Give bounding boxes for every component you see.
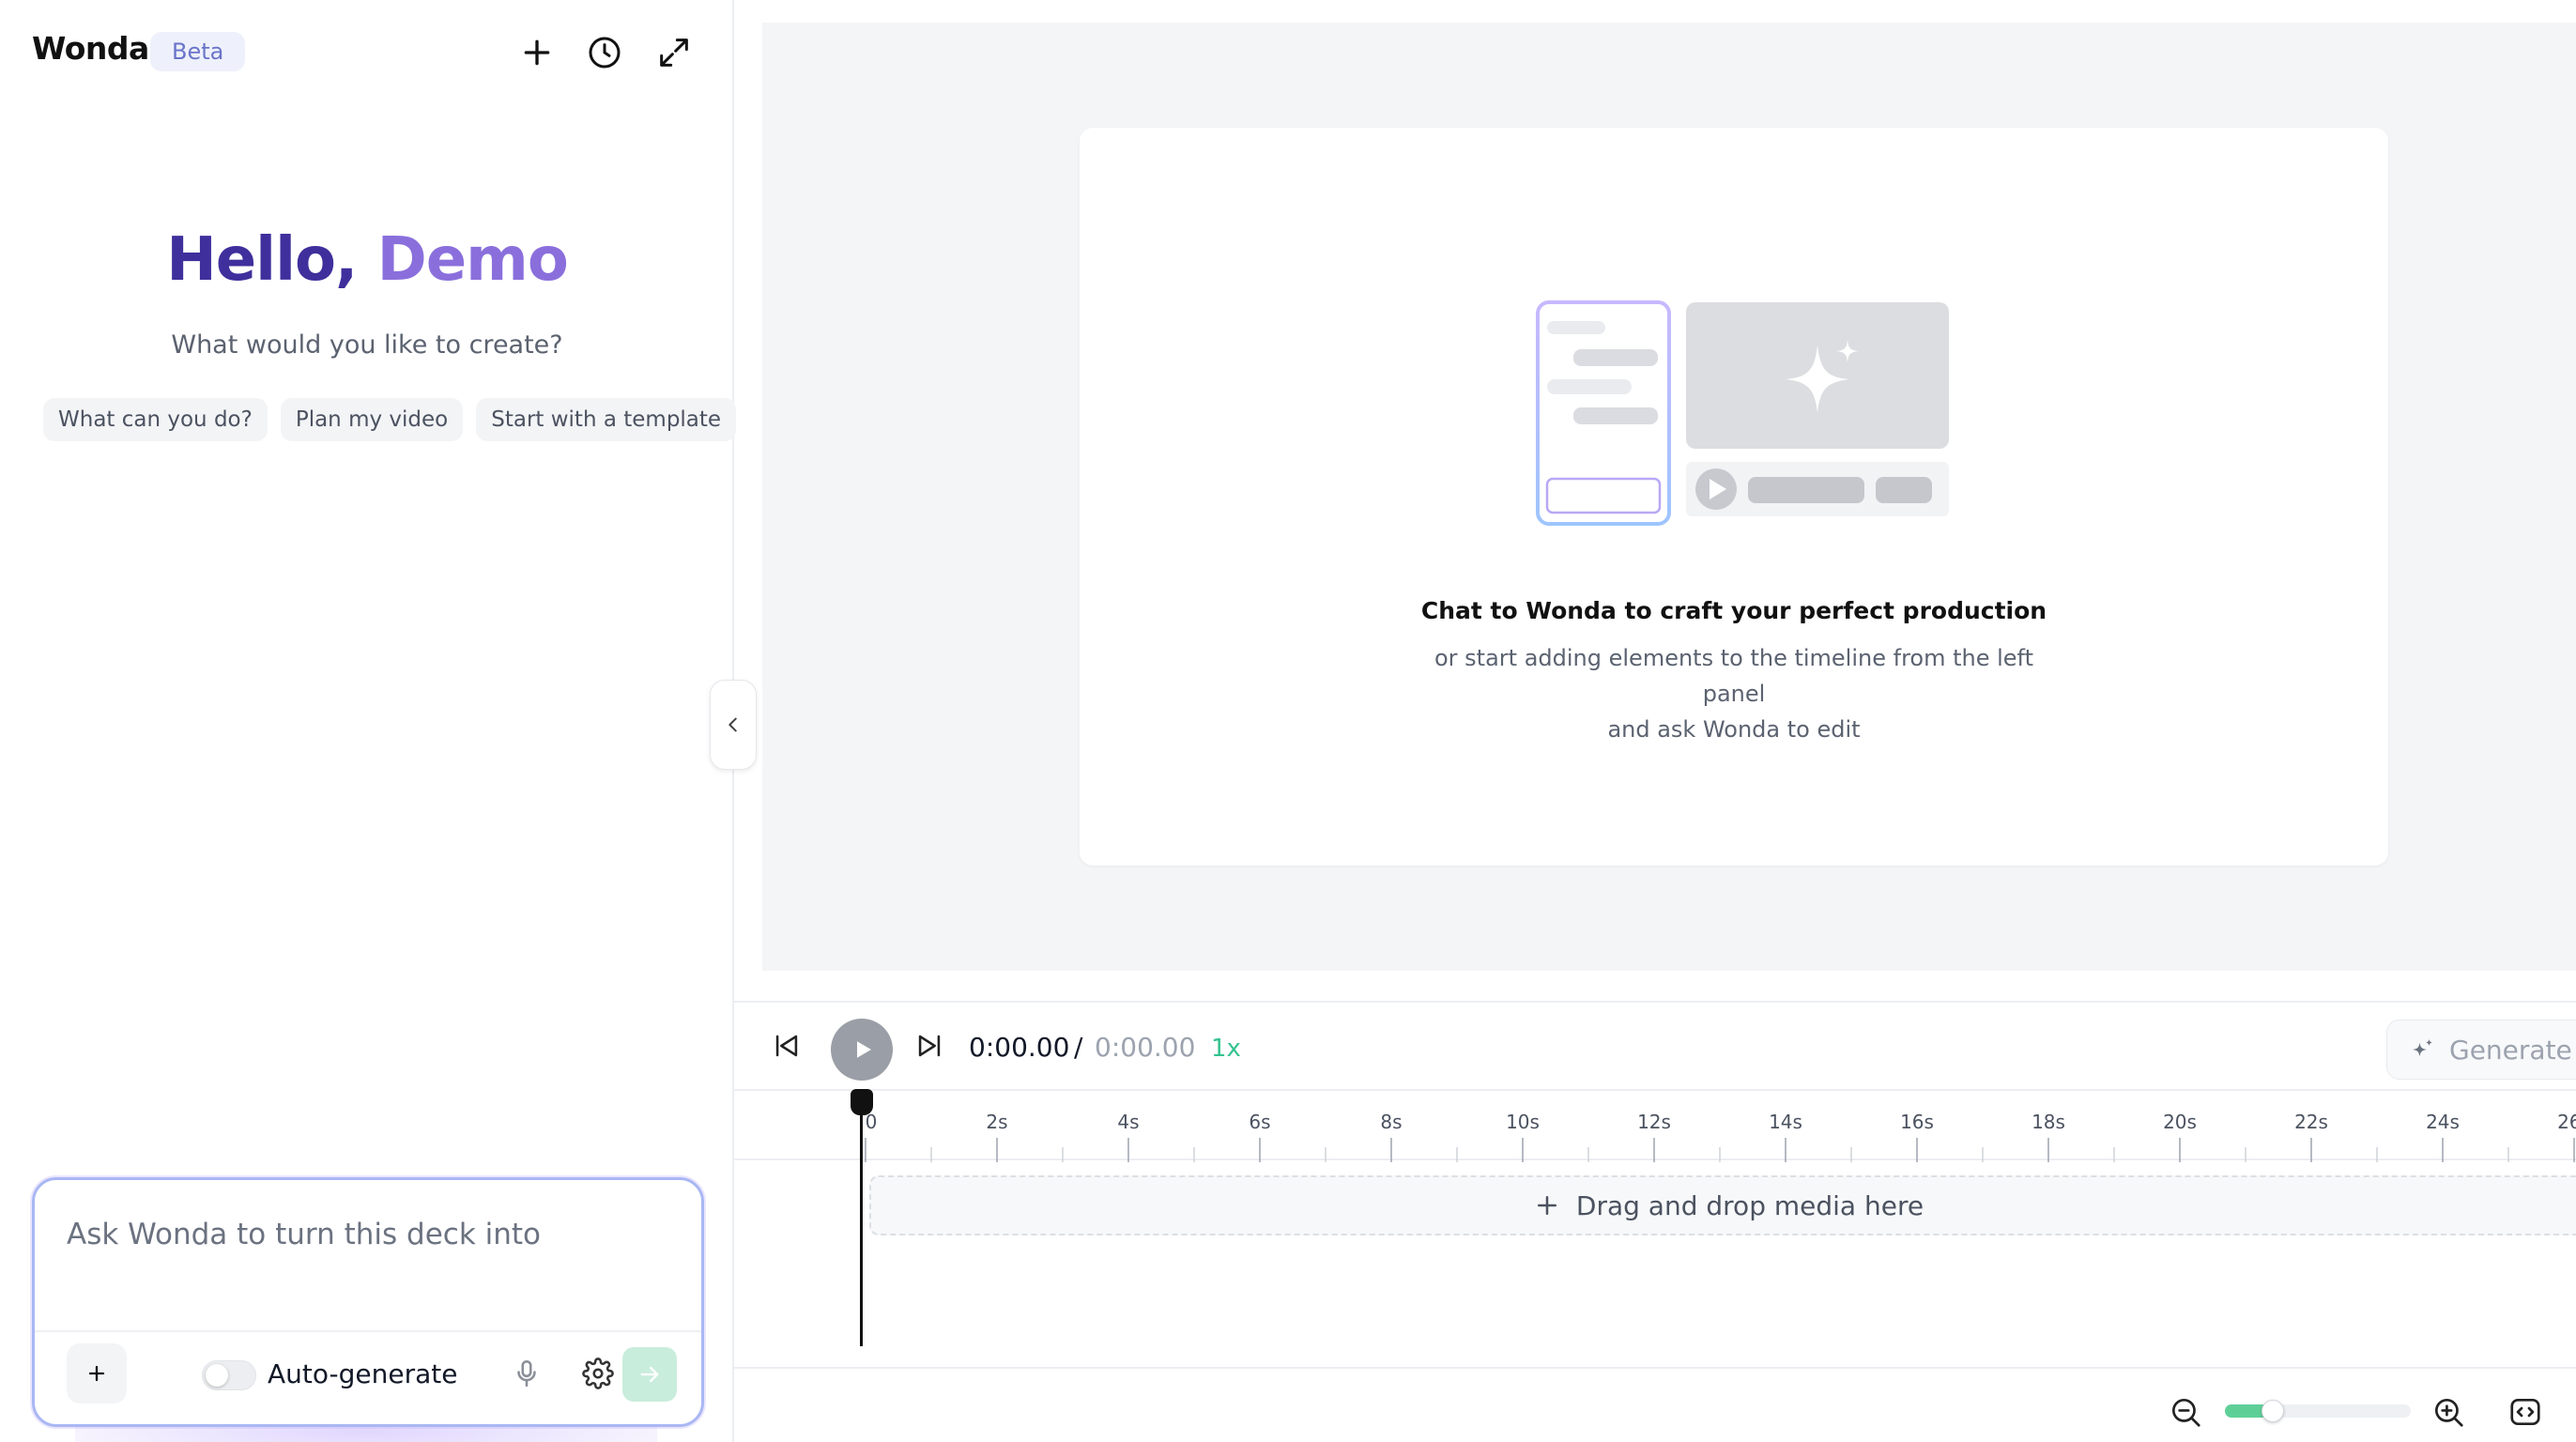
preview-empty-state: Chat to Wonda to craft your perfect prod… [1080, 128, 2388, 866]
plus-icon [1533, 1191, 1561, 1220]
arrow-right-icon [640, 1366, 659, 1383]
media-drop-zone[interactable]: Drag and drop media here [869, 1175, 2576, 1235]
ruler-tick-label: 4s [1117, 1111, 1139, 1133]
ruler-tick-label: 10s [1506, 1111, 1540, 1133]
play-icon [857, 1041, 871, 1058]
sparkle-icon [2413, 1038, 2433, 1057]
empty-state-title: Chat to Wonda to craft your perfect prod… [1420, 597, 2047, 624]
playhead-line [860, 1098, 863, 1346]
ruler-tick-label: 2s [986, 1111, 1007, 1133]
greeting-hello: Hello, [166, 225, 358, 295]
chat-composer: Ask Wonda to turn this deck into Auto-ge… [32, 1177, 704, 1427]
zoom-slider[interactable] [2225, 1400, 2411, 1422]
playhead-handle[interactable] [851, 1089, 873, 1115]
expand-button[interactable] [652, 30, 697, 75]
playback-speed-button[interactable]: 1x [1211, 1035, 1241, 1063]
collapse-panel-button[interactable] [710, 680, 757, 770]
ruler-ticks: 02s4s6s8s10s12s14s16s18s20s22s24s26s [865, 1111, 2576, 1162]
empty-state-description: or start adding elements to the timeline… [1405, 640, 2062, 747]
chat-panel: Wonda Beta Hello, Demo What would you li… [0, 0, 737, 1442]
ruler-tick-label: 24s [2426, 1111, 2460, 1133]
play-button[interactable] [831, 1019, 893, 1081]
greeting-subtitle: What would you like to create? [171, 330, 563, 360]
skip-to-end-button[interactable] [905, 1021, 954, 1070]
zoom-in-icon [2434, 1398, 2463, 1427]
zoom-in-button[interactable] [2428, 1391, 2469, 1433]
expand-arrows-icon [660, 38, 688, 67]
ruler-tick-label: 22s [2294, 1111, 2328, 1133]
greeting-user-name: Demo [376, 225, 569, 295]
skip-to-start-button[interactable] [762, 1021, 811, 1070]
greeting-heading: Hello, Demo [0, 225, 734, 295]
plus-icon [524, 39, 550, 66]
app: Wonda Beta Hello, Demo What would you li… [0, 0, 2576, 1442]
ruler-tick-label: 8s [1380, 1111, 1402, 1133]
add-attachment-button[interactable] [67, 1343, 127, 1404]
timeline-ruler[interactable]: 02s4s6s8s10s12s14s16s18s20s22s24s26s [734, 1089, 2576, 1162]
auto-generate-toggle[interactable] [202, 1360, 256, 1390]
new-chat-button[interactable] [514, 30, 560, 75]
preview-area: Chat to Wonda to craft your perfect prod… [762, 23, 2576, 971]
toggle-knob [206, 1364, 228, 1387]
current-time: 0:00.00 [969, 1032, 1070, 1063]
timeline-divider [734, 1367, 2576, 1369]
playback-controls: 0:00.00 / 0:00.00 1x Generate [734, 1001, 2576, 1089]
drop-zone-label: Drag and drop media here [1575, 1189, 1924, 1221]
fit-to-screen-button[interactable] [2505, 1391, 2546, 1433]
ruler-tick-label: 26s [2557, 1111, 2576, 1133]
brand-logo: Wonda [32, 30, 149, 67]
chevron-left-icon [728, 717, 737, 732]
auto-generate-label: Auto-generate [268, 1358, 458, 1389]
ruler-tick-label: 6s [1249, 1111, 1270, 1133]
ruler-tick-label: 20s [2163, 1111, 2197, 1133]
composer-divider [35, 1330, 701, 1332]
empty-state-illustration [1536, 300, 1949, 526]
ruler-tick-label: 16s [1900, 1111, 1934, 1133]
ruler-tick-label: 12s [1637, 1111, 1671, 1133]
chat-header: Wonda Beta [0, 0, 734, 105]
suggestion-chip-what-can-you-do[interactable]: What can you do? [43, 398, 268, 441]
empty-state-description-line-2: and ask Wonda to edit [1607, 716, 1861, 743]
suggestion-chip-plan-my-video[interactable]: Plan my video [280, 398, 464, 441]
plus-icon [88, 1365, 105, 1382]
microphone-button[interactable] [504, 1351, 549, 1396]
gear-icon [582, 1358, 614, 1389]
suggestion-chips: What can you do? Plan my video Start wit… [43, 398, 737, 441]
generate-label: Generate [2449, 1034, 2572, 1066]
skip-forward-icon [918, 1035, 941, 1057]
history-button[interactable] [582, 30, 627, 75]
ruler-tick-label: 18s [2032, 1111, 2065, 1133]
generate-button[interactable]: Generate [2386, 1020, 2576, 1080]
fit-width-icon [2510, 1398, 2540, 1426]
empty-state-description-line-1: or start adding elements to the timeline… [1434, 645, 2033, 707]
total-duration: 0:00.00 [1095, 1032, 1196, 1063]
zoom-out-icon [2171, 1398, 2200, 1427]
zoom-out-button[interactable] [2165, 1391, 2206, 1433]
send-button[interactable] [622, 1347, 677, 1402]
settings-button[interactable] [575, 1351, 621, 1396]
suggestion-chip-start-with-template[interactable]: Start with a template [476, 398, 737, 441]
microphone-icon [517, 1359, 536, 1388]
zoom-slider-thumb[interactable] [2262, 1400, 2285, 1422]
time-separator: / [1074, 1032, 1083, 1063]
clock-icon [589, 37, 621, 69]
chat-input[interactable]: Ask Wonda to turn this deck into [67, 1218, 667, 1251]
skip-back-icon [775, 1035, 798, 1057]
ruler-tick-label: 14s [1769, 1111, 1802, 1133]
beta-badge: Beta [150, 32, 246, 71]
